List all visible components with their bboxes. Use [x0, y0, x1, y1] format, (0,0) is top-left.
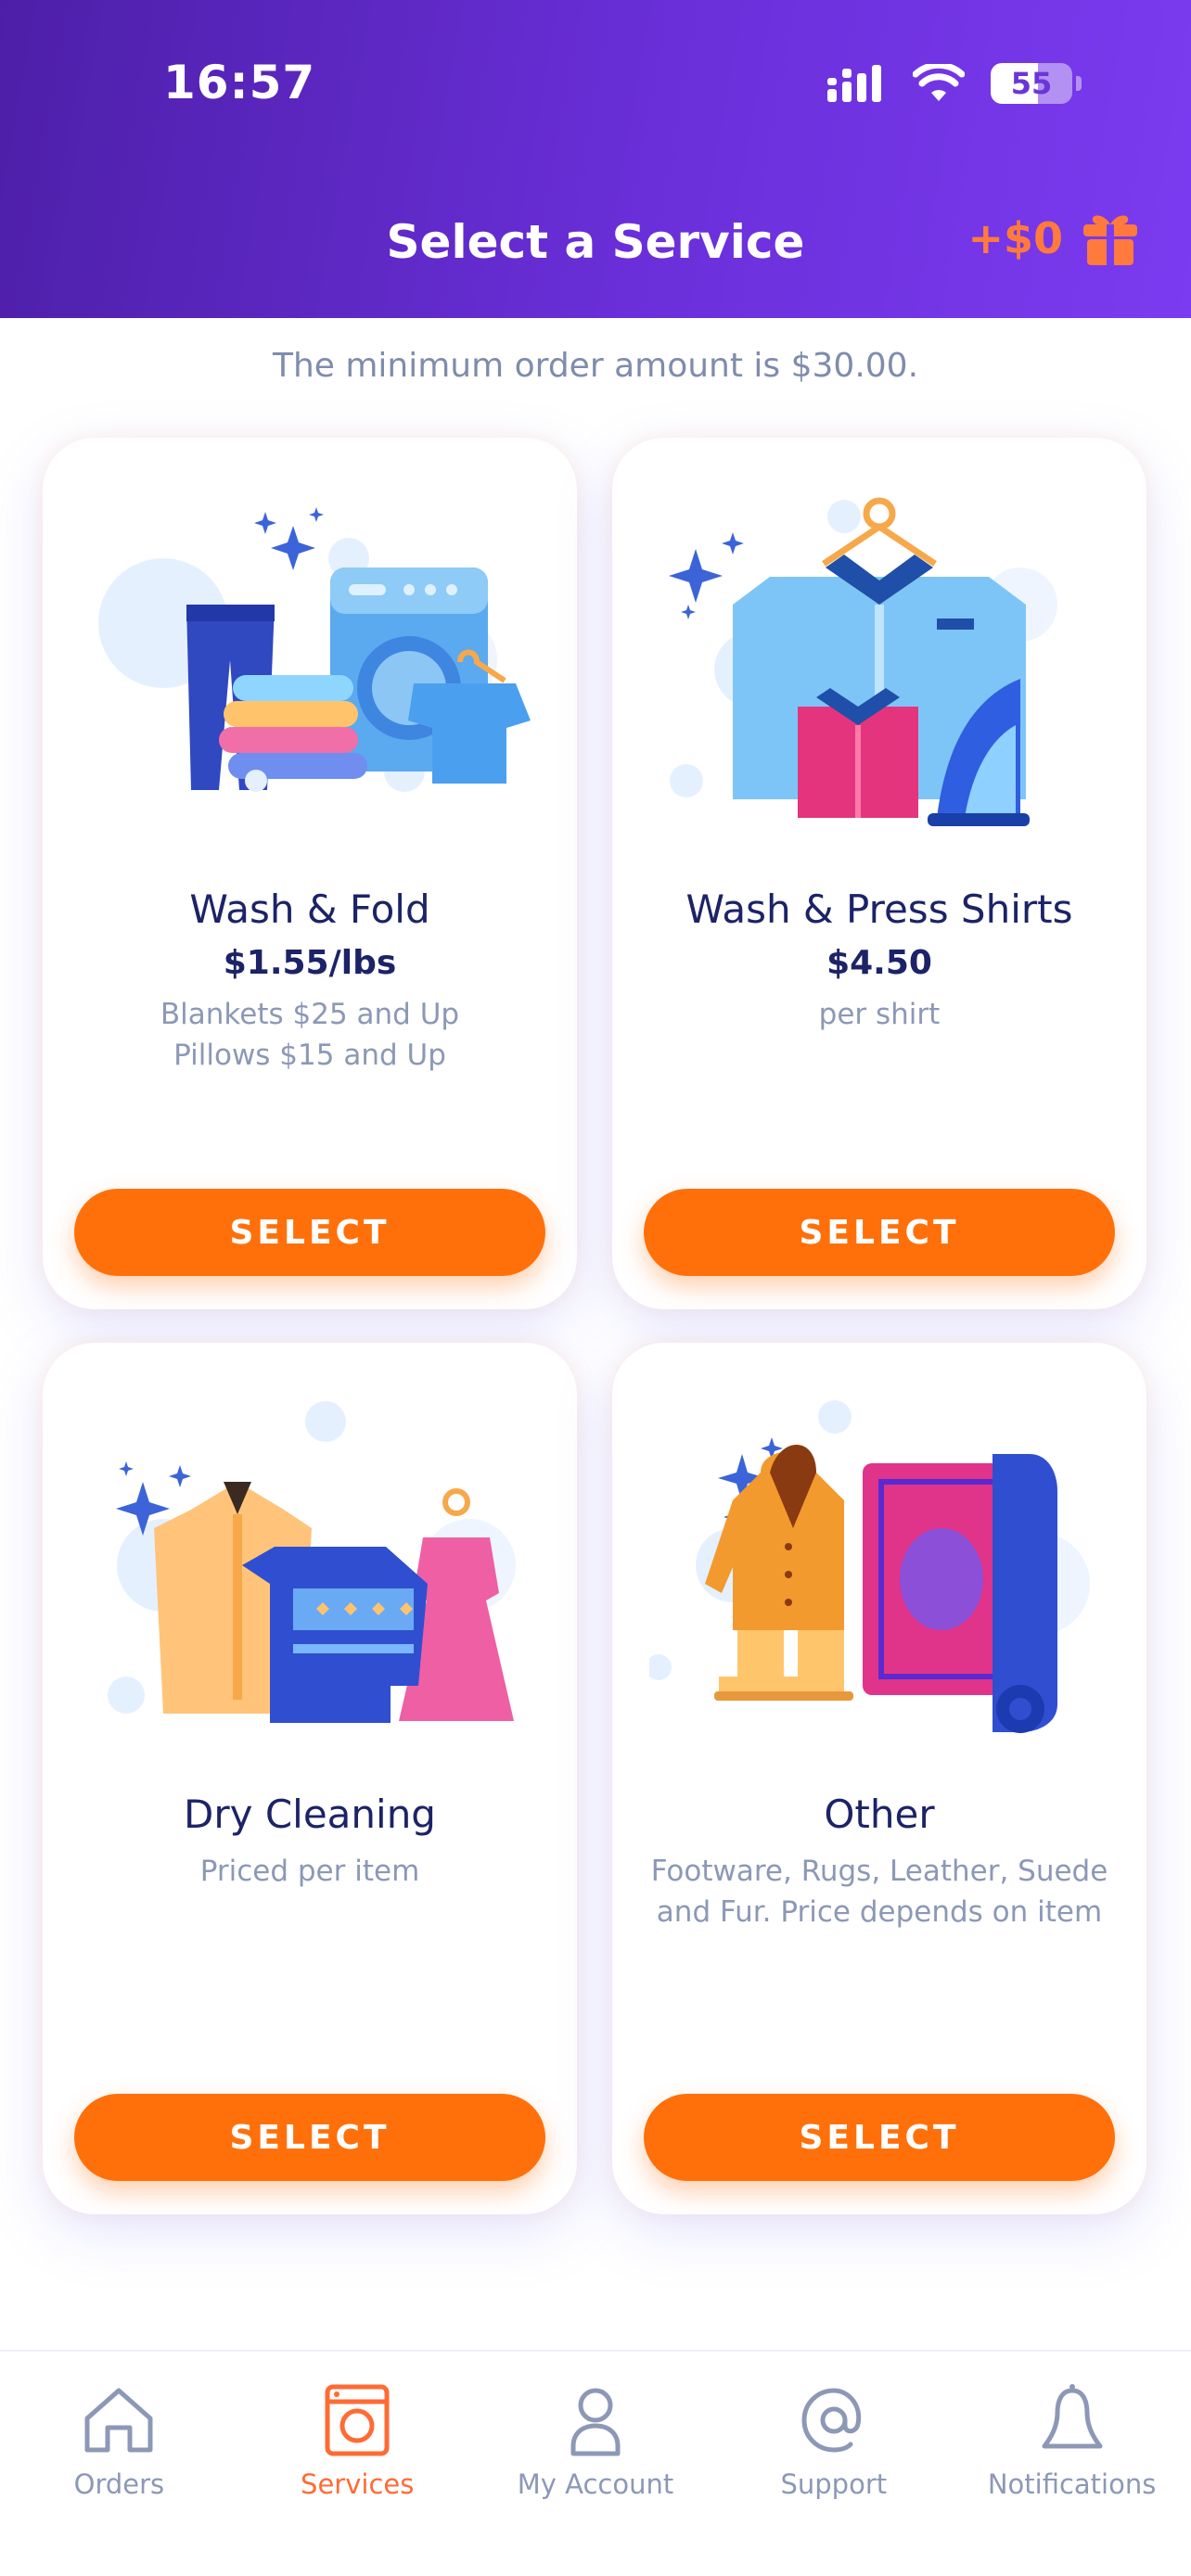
nav-label: My Account: [517, 2468, 674, 2500]
service-description: Priced per item: [70, 1851, 549, 1892]
wifi-icon: [913, 64, 965, 101]
credit-amount: +$0: [967, 213, 1063, 263]
select-wash-press-shirts-button[interactable]: SELECT: [644, 1189, 1115, 1276]
home-icon: [84, 2388, 153, 2453]
select-other-button[interactable]: SELECT: [644, 2094, 1115, 2181]
service-price: $1.55/lbs: [223, 944, 397, 982]
wash-fold-illustration: [98, 507, 531, 792]
header-bar: 16:57 55 Select a Service +$0: [0, 0, 1191, 318]
bell-icon: [1042, 2384, 1103, 2449]
status-icons: 55: [827, 63, 1082, 104]
nav-label: Notifications: [987, 2468, 1157, 2500]
service-description: Blankets $25 and Up Pillows $15 and Up: [70, 994, 549, 1076]
nav-label: Orders: [73, 2468, 165, 2500]
minimum-order-notice: The minimum order amount is $30.00.: [272, 347, 919, 385]
service-price: $4.50: [826, 944, 932, 982]
bottom-navigation: Orders Services My Account Support Notif…: [0, 2350, 1191, 2576]
nav-item-orders[interactable]: Orders: [0, 2352, 238, 2576]
battery-level: 55: [1010, 66, 1053, 101]
nav-item-my-account[interactable]: My Account: [477, 2352, 715, 2576]
washing-machine-icon: [325, 2384, 390, 2456]
service-card-dry-cleaning[interactable]: Dry Cleaning Priced per item SELECT: [43, 1343, 577, 2214]
select-dry-cleaning-button[interactable]: SELECT: [74, 2094, 545, 2181]
at-sign-icon: [801, 2388, 861, 2453]
nav-item-notifications[interactable]: Notifications: [953, 2352, 1191, 2576]
dry-cleaning-illustration: [108, 1401, 516, 1723]
nav-label: Support: [780, 2468, 888, 2500]
nav-item-support[interactable]: Support: [714, 2352, 953, 2576]
battery-indicator: 55: [991, 63, 1072, 104]
description-line: per shirt: [818, 998, 941, 1031]
battery-nub: [1076, 76, 1082, 91]
description-line: Blankets $25 and Up: [160, 998, 460, 1031]
description-line: Footware, Rugs, Leather, Suede: [650, 1855, 1108, 1888]
service-description: per shirt: [640, 994, 1119, 1035]
nav-label: Services: [301, 2468, 415, 2500]
service-card-other[interactable]: Other Footware, Rugs, Leather, Suede and…: [612, 1343, 1146, 2214]
nav-item-services[interactable]: Services: [238, 2352, 477, 2576]
description-line: Pillows $15 and Up: [173, 1039, 446, 1072]
service-name: Wash & Fold: [189, 886, 430, 932]
service-name: Wash & Press Shirts: [685, 886, 1073, 932]
wash-press-shirts-illustration: [669, 497, 1057, 826]
description-line: and Fur. Price depends on item: [656, 1895, 1103, 1929]
service-card-wash-press-shirts[interactable]: Wash & Press Shirts $4.50 per shirt SELE…: [612, 438, 1146, 1309]
service-card-wash-fold[interactable]: Wash & Fold $1.55/lbs Blankets $25 and U…: [43, 438, 577, 1309]
other-items-illustration: [649, 1400, 1090, 1733]
cellular-signal-icon: [827, 65, 881, 102]
description-line: Priced per item: [199, 1855, 420, 1888]
status-time: 16:57: [163, 56, 316, 109]
service-name: Dry Cleaning: [184, 1792, 436, 1837]
service-name: Other: [824, 1792, 935, 1837]
service-description: Footware, Rugs, Leather, Suede and Fur. …: [640, 1851, 1119, 1932]
gift-icon: [1083, 215, 1137, 265]
select-wash-fold-button[interactable]: SELECT: [74, 1189, 545, 1276]
credit-button[interactable]: +$0: [967, 211, 1139, 265]
user-icon: [570, 2388, 621, 2456]
